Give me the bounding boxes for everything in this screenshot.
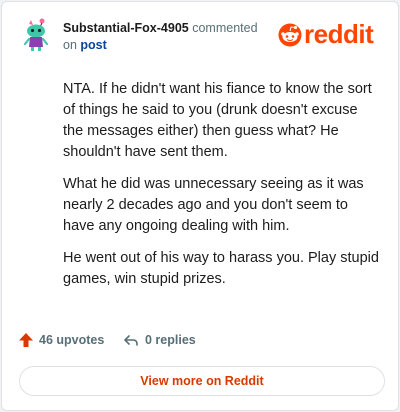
user-avatar[interactable] xyxy=(22,18,50,52)
comment-paragraph: He went out of his way to harass you. Pl… xyxy=(63,250,379,287)
view-more-button[interactable]: View more on Reddit xyxy=(19,366,385,396)
on-text: on xyxy=(63,38,77,52)
reddit-wordmark: reddit xyxy=(304,19,374,49)
reddit-logo[interactable]: reddit xyxy=(278,19,382,50)
comment-actions: 46 upvotes 0 replies xyxy=(18,332,318,352)
replies-button[interactable]: 0 replies xyxy=(123,332,196,348)
comment-body: NTA. If he didn't want his fiance to kno… xyxy=(63,79,381,301)
embedded-comment-card: Substantial-Fox-4905 commented on post r… xyxy=(1,1,399,411)
comment-paragraph: NTA. If he didn't want his fiance to kno… xyxy=(63,81,372,160)
upvote-count: 46 upvotes xyxy=(39,333,105,347)
post-line: on post xyxy=(63,37,107,53)
upvote-button[interactable]: 46 upvotes xyxy=(18,332,104,348)
comment-paragraph: What he did was unnecessary seeing as it… xyxy=(63,176,364,234)
reply-count: 0 replies xyxy=(145,333,196,347)
reply-icon xyxy=(124,335,138,346)
author-name[interactable]: Substantial-Fox-4905 xyxy=(63,21,189,35)
comment-header: Substantial-Fox-4905 commented on post r… xyxy=(22,16,382,56)
author-line: Substantial-Fox-4905 commented xyxy=(63,20,258,36)
post-link[interactable]: post xyxy=(80,38,106,52)
commented-text: commented xyxy=(192,21,258,35)
upvote-arrow-icon xyxy=(19,333,33,347)
reddit-snoo-icon xyxy=(278,23,302,47)
